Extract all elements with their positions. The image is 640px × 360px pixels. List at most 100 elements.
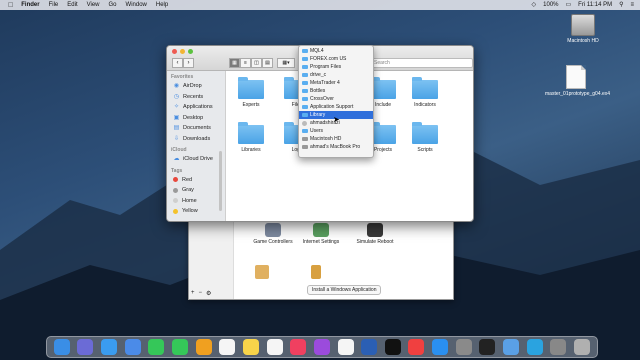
menu-edit[interactable]: Edit	[67, 2, 77, 8]
sidebar-tag-gray[interactable]: Gray	[167, 185, 225, 196]
dock-telegram-icon[interactable]	[526, 339, 543, 355]
search-input[interactable]: Search	[367, 58, 473, 68]
menu-item-label: ahmad's MacBook Pro	[310, 144, 361, 150]
path-menu-item[interactable]: CrossOver	[299, 95, 373, 103]
path-menu-item[interactable]: MetaTrader 4	[299, 79, 373, 87]
icon-view-icon[interactable]: ▦	[229, 58, 240, 68]
battery-icon[interactable]: ▭	[566, 1, 572, 8]
sidebar-item-label: Gray	[182, 187, 194, 194]
desktop-icon: ▣	[173, 114, 180, 121]
menu-file[interactable]: File	[49, 2, 59, 8]
sidebar-item-applications[interactable]: ✧ Applications	[167, 102, 225, 113]
dock-photos-icon[interactable]	[195, 339, 212, 355]
apple-icon[interactable]: 	[8, 2, 13, 9]
tag-dot-icon	[173, 208, 178, 214]
path-menu-item[interactable]: ahmad's MacBook Pro	[299, 143, 373, 151]
wine-icon[interactable]	[311, 265, 321, 279]
control-center-icon[interactable]: ≡	[630, 2, 634, 8]
folder-label: Experts	[242, 102, 260, 108]
sidebar-tag-yellow[interactable]: Yellow	[167, 206, 225, 217]
menu-item-label: FOREX.com US	[310, 56, 347, 62]
desktop-icon-ex4-file[interactable]: master_01prototype_g04.ex4	[545, 65, 610, 97]
dock-facetime-icon[interactable]	[172, 339, 189, 355]
forward-icon[interactable]: ›	[183, 58, 194, 68]
dock-system-preferences-icon[interactable]	[455, 339, 472, 355]
sidebar-tag-home[interactable]: Home	[167, 196, 225, 207]
folder-item[interactable]: Scripts	[403, 122, 447, 153]
path-menu-item[interactable]: MQL4	[299, 47, 373, 55]
sidebar-item-label: AirDrop	[183, 83, 202, 90]
close-icon[interactable]	[172, 49, 177, 54]
dock-podcasts-icon[interactable]	[313, 339, 330, 355]
sidebar-item-documents[interactable]: ▤ Documents	[167, 123, 225, 134]
menu-item-label: Application Support	[310, 104, 354, 110]
dock-chrome-icon[interactable]	[337, 339, 354, 355]
dock-terminal-icon[interactable]	[479, 339, 496, 355]
menu-go[interactable]: Go	[109, 2, 117, 8]
sidebar-item-airdrop[interactable]: ◉ AirDrop	[167, 81, 225, 92]
internet-settings-item[interactable]: Internet Settings	[291, 223, 351, 245]
dock-screenshot-icon[interactable]	[550, 339, 567, 355]
folder-item[interactable]: Libraries	[229, 122, 273, 153]
crossover-sidebar	[189, 211, 234, 299]
zoom-icon[interactable]	[188, 49, 193, 54]
install-windows-app-button[interactable]: Install a Windows Application	[307, 285, 382, 295]
dock-messages-icon[interactable]	[148, 339, 165, 355]
dock-tv-icon[interactable]	[384, 339, 401, 355]
path-menu-item[interactable]: Users	[299, 127, 373, 135]
add-icon[interactable]: +	[191, 290, 195, 297]
control-panel-icon[interactable]	[255, 265, 269, 279]
dock-preview-icon[interactable]	[502, 339, 519, 355]
sidebar-header-icloud: iCloud	[171, 147, 187, 153]
spotlight-icon[interactable]: ⚲	[619, 1, 623, 8]
wifi-icon[interactable]: ◇	[532, 1, 537, 8]
path-menu-item[interactable]: FOREX.com US	[299, 55, 373, 63]
path-menu-item[interactable]: Bottles	[299, 87, 373, 95]
folder-item[interactable]: Indicators	[403, 77, 447, 108]
sidebar-item-recents[interactable]: ◷ Recents	[167, 92, 225, 103]
dock-trash-icon[interactable]	[573, 339, 590, 355]
column-view-icon[interactable]: ◫	[251, 58, 262, 68]
dock-news-icon[interactable]	[408, 339, 425, 355]
path-menu-item[interactable]: Macintosh HD	[299, 135, 373, 143]
dock-finder-icon[interactable]	[53, 339, 70, 355]
folder-item[interactable]: Experts	[229, 77, 273, 108]
document-icon: ▤	[173, 125, 180, 132]
sidebar-item-downloads[interactable]: ⇩ Downloads	[167, 134, 225, 145]
remove-icon[interactable]: −	[199, 290, 203, 297]
desktop-icon-macintosh-hd[interactable]: Macintosh HD	[553, 14, 613, 44]
sidebar-scrollbar[interactable]	[219, 151, 222, 211]
path-menu-item[interactable]: drive_c	[299, 71, 373, 79]
desktop-icon-label: Macintosh HD	[567, 38, 599, 44]
sidebar-item-label: Applications	[183, 104, 213, 111]
dock-mail-icon[interactable]	[124, 339, 141, 355]
list-view-icon[interactable]: ≡	[240, 58, 251, 68]
simulate-reboot-item[interactable]: Simulate Reboot	[345, 223, 405, 245]
back-icon[interactable]: ‹	[172, 58, 183, 68]
sidebar-item-icloud-drive[interactable]: ☁ iCloud Drive	[167, 154, 225, 165]
sidebar-item-desktop[interactable]: ▣ Desktop	[167, 113, 225, 124]
battery-percent[interactable]: 100%	[543, 2, 558, 8]
menu-help[interactable]: Help	[156, 2, 168, 8]
gear-icon[interactable]: ⚙	[206, 290, 211, 297]
dock	[46, 336, 598, 358]
menu-window[interactable]: Window	[126, 2, 147, 8]
dock-word-icon[interactable]	[361, 339, 378, 355]
menu-app-name[interactable]: Finder	[21, 2, 39, 8]
dock-safari-icon[interactable]	[101, 339, 118, 355]
sidebar-tag-red[interactable]: Red	[167, 175, 225, 186]
path-menu-item[interactable]: Program Files	[299, 63, 373, 71]
clock[interactable]: Fri 11:14 PM	[578, 2, 612, 8]
dock-reminders-icon[interactable]	[266, 339, 283, 355]
dock-music-icon[interactable]	[290, 339, 307, 355]
dock-calendar-icon[interactable]	[219, 339, 236, 355]
group-button[interactable]: ▦▾	[277, 58, 295, 68]
dock-siri-icon[interactable]	[77, 339, 94, 355]
path-menu-item[interactable]: Application Support	[299, 103, 373, 111]
gallery-view-icon[interactable]: ▤	[262, 58, 273, 68]
dock-app-store-icon[interactable]	[432, 339, 449, 355]
crossover-window[interactable]: Game Controllers Internet Settings Simul…	[188, 210, 454, 300]
menu-view[interactable]: View	[87, 2, 100, 8]
minimize-icon[interactable]	[180, 49, 185, 54]
dock-notes-icon[interactable]	[242, 339, 259, 355]
